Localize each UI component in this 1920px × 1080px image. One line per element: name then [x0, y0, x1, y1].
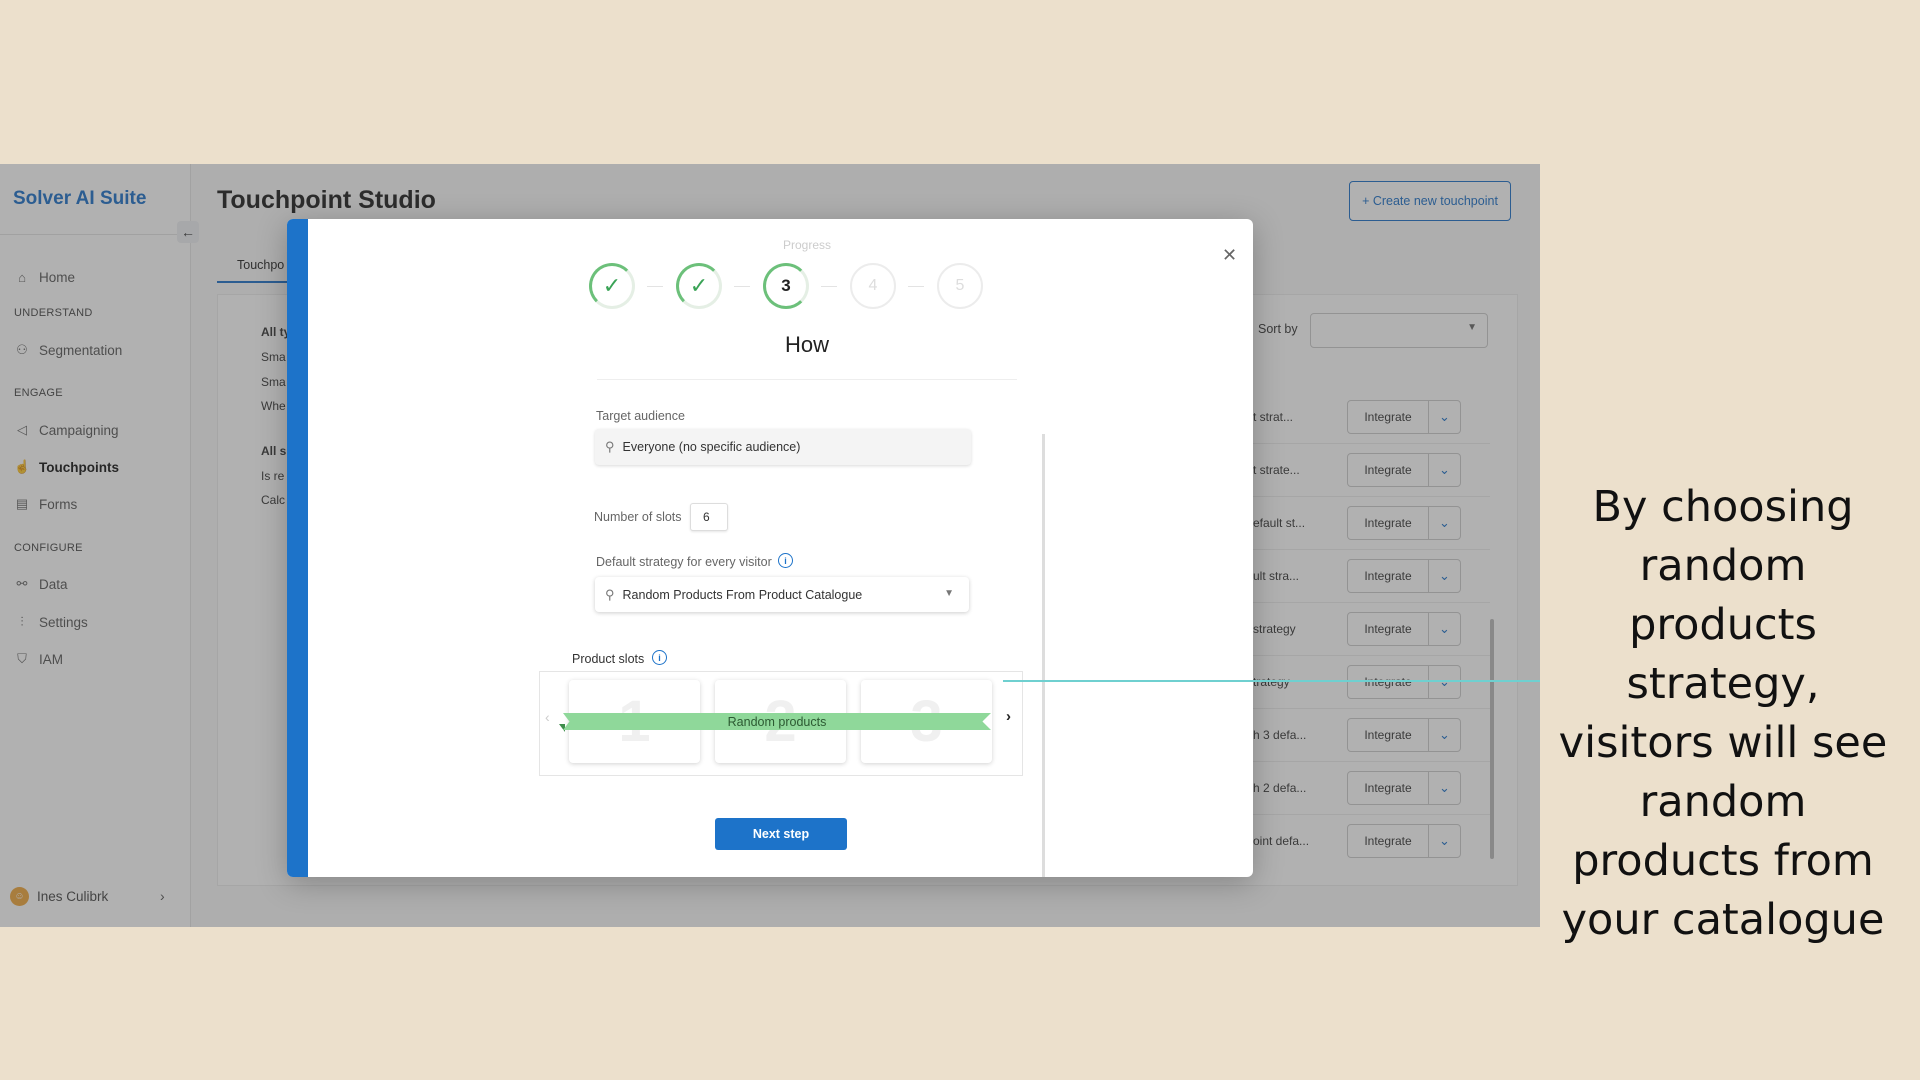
- search-icon: ⚲: [605, 586, 615, 602]
- info-icon[interactable]: i: [652, 650, 667, 665]
- step-heading: How: [784, 332, 829, 357]
- step-connector: [908, 286, 924, 287]
- number-of-slots-input[interactable]: 6: [690, 503, 728, 531]
- close-icon[interactable]: ✕: [1222, 245, 1237, 266]
- slots-label: Number of slots: [594, 510, 682, 524]
- next-step-button[interactable]: Next step: [715, 818, 847, 850]
- modal-scrollbar[interactable]: [1042, 434, 1045, 877]
- strategy-ribbon: Random products: [563, 713, 991, 730]
- heading-divider: [597, 379, 1017, 380]
- info-icon[interactable]: i: [778, 553, 793, 568]
- chevron-left-icon[interactable]: ‹: [545, 709, 550, 725]
- step-connector: [734, 286, 750, 287]
- product-slots-label: Product slots: [572, 652, 645, 666]
- chevron-right-icon[interactable]: ›: [1006, 708, 1011, 725]
- step-connector: [647, 286, 663, 287]
- target-audience-value: Everyone (no specific audience): [622, 440, 801, 454]
- search-icon: ⚲: [605, 439, 615, 454]
- modal-accent-stripe: [287, 219, 308, 877]
- progress-step-1: ✓: [589, 263, 635, 309]
- strategy-label: Default strategy for every visitor: [596, 555, 772, 569]
- ribbon-fold: [559, 724, 565, 732]
- target-audience-input[interactable]: ⚲ Everyone (no specific audience): [595, 429, 971, 465]
- touchpoint-wizard-modal: ✕ Progress ✓ ✓ 3 4 5 How Target audience…: [287, 219, 1253, 877]
- progress-step-5: 5: [937, 263, 983, 309]
- caret-down-icon: ▼: [944, 588, 954, 599]
- progress-label: Progress: [782, 238, 832, 252]
- progress-step-4: 4: [850, 263, 896, 309]
- strategy-value: Random Products From Product Catalogue: [622, 587, 863, 602]
- default-strategy-select[interactable]: ⚲ Random Products From Product Catalogue…: [595, 577, 969, 612]
- callout-text: By choosing random products strategy, vi…: [1558, 482, 1888, 945]
- target-audience-label: Target audience: [596, 409, 685, 423]
- progress-step-3: 3: [763, 263, 809, 309]
- callout-connector-line: [1003, 680, 1540, 682]
- step-connector: [821, 286, 837, 287]
- progress-step-2: ✓: [676, 263, 722, 309]
